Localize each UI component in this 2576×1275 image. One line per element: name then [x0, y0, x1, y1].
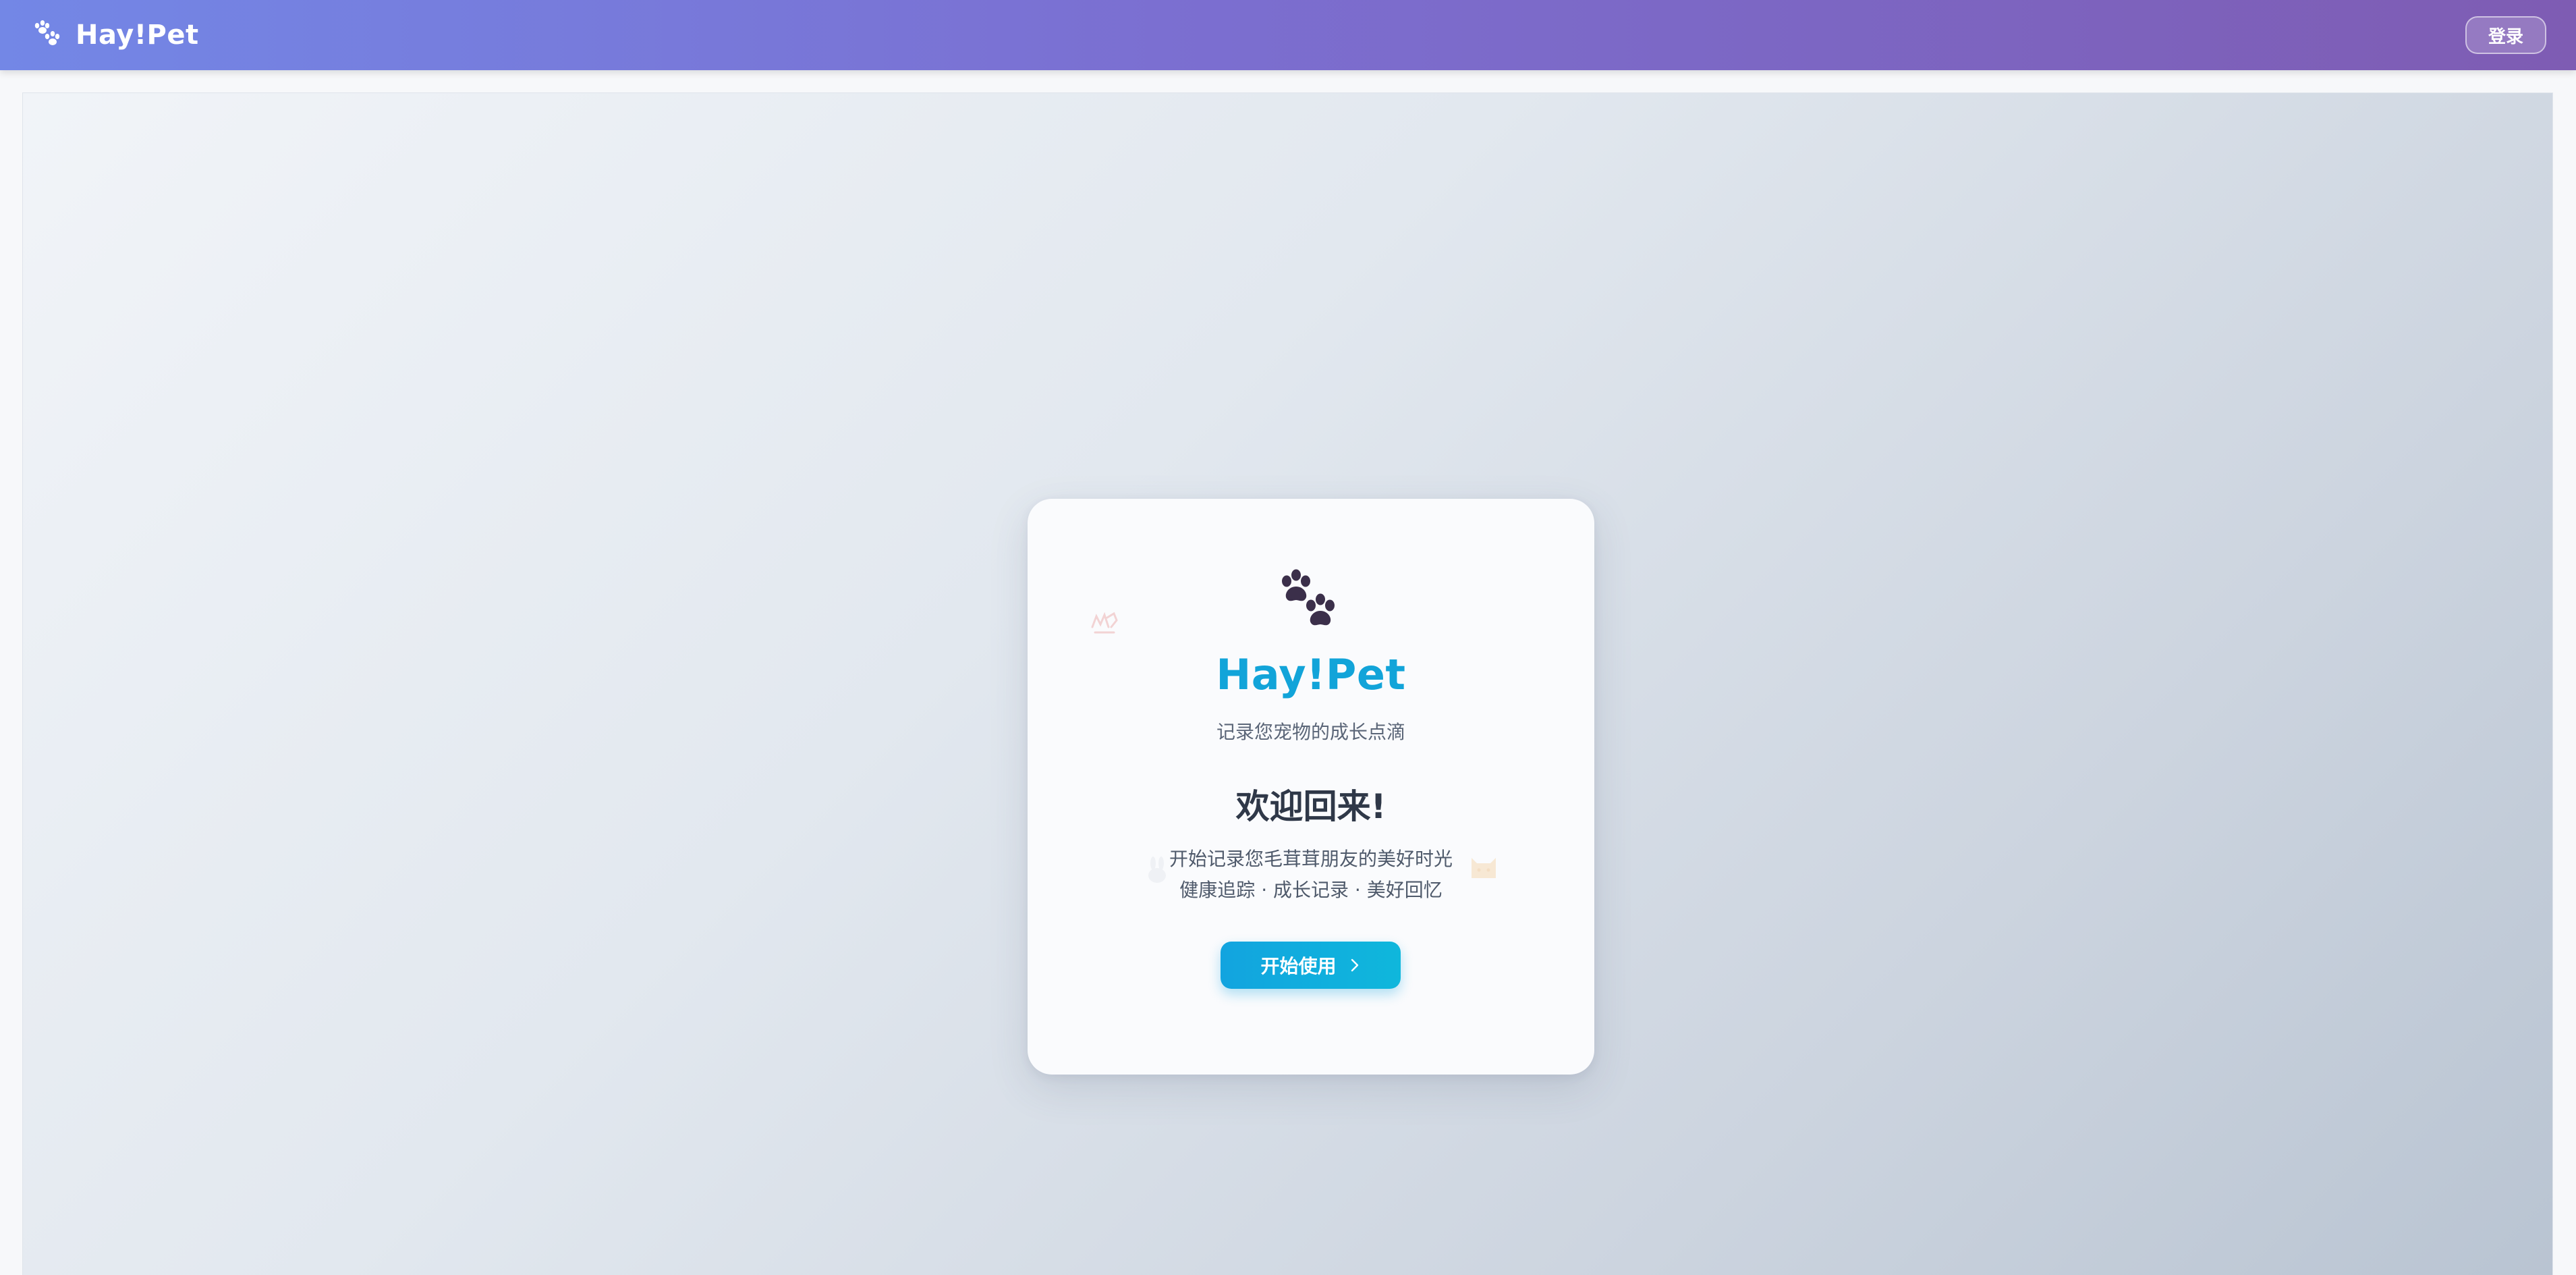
- app-name: Hay!Pet: [76, 20, 199, 51]
- description-line-1: 开始记录您毛茸茸朋友的美好时光: [1169, 848, 1453, 870]
- login-button[interactable]: 登录: [2465, 16, 2546, 54]
- card-title: Hay!Pet: [1216, 650, 1406, 699]
- main-content: Hay!Pet 记录您宠物的成长点滴 欢迎回来! 开始记录您毛茸茸朋友的美好时光…: [23, 93, 2552, 1275]
- welcome-heading: 欢迎回来!: [1235, 787, 1387, 826]
- dog-icon: [1091, 612, 1118, 634]
- top-navbar: Hay!Pet 登录: [0, 0, 2576, 70]
- start-button-label: 开始使用: [1260, 955, 1337, 977]
- welcome-card: Hay!Pet 记录您宠物的成长点滴 欢迎回来! 开始记录您毛茸茸朋友的美好时光…: [1028, 499, 1594, 1075]
- chevron-right-icon: [1351, 958, 1358, 972]
- paw-icon: [34, 20, 60, 45]
- description-line-2: 健康追踪 · 成长记录 · 美好回忆: [1179, 879, 1443, 901]
- start-button[interactable]: 开始使用: [1221, 942, 1401, 989]
- brand[interactable]: Hay!Pet: [0, 19, 199, 51]
- paw-icon: [1282, 569, 1335, 626]
- card-subtitle: 记录您宠物的成长点滴: [1216, 721, 1405, 743]
